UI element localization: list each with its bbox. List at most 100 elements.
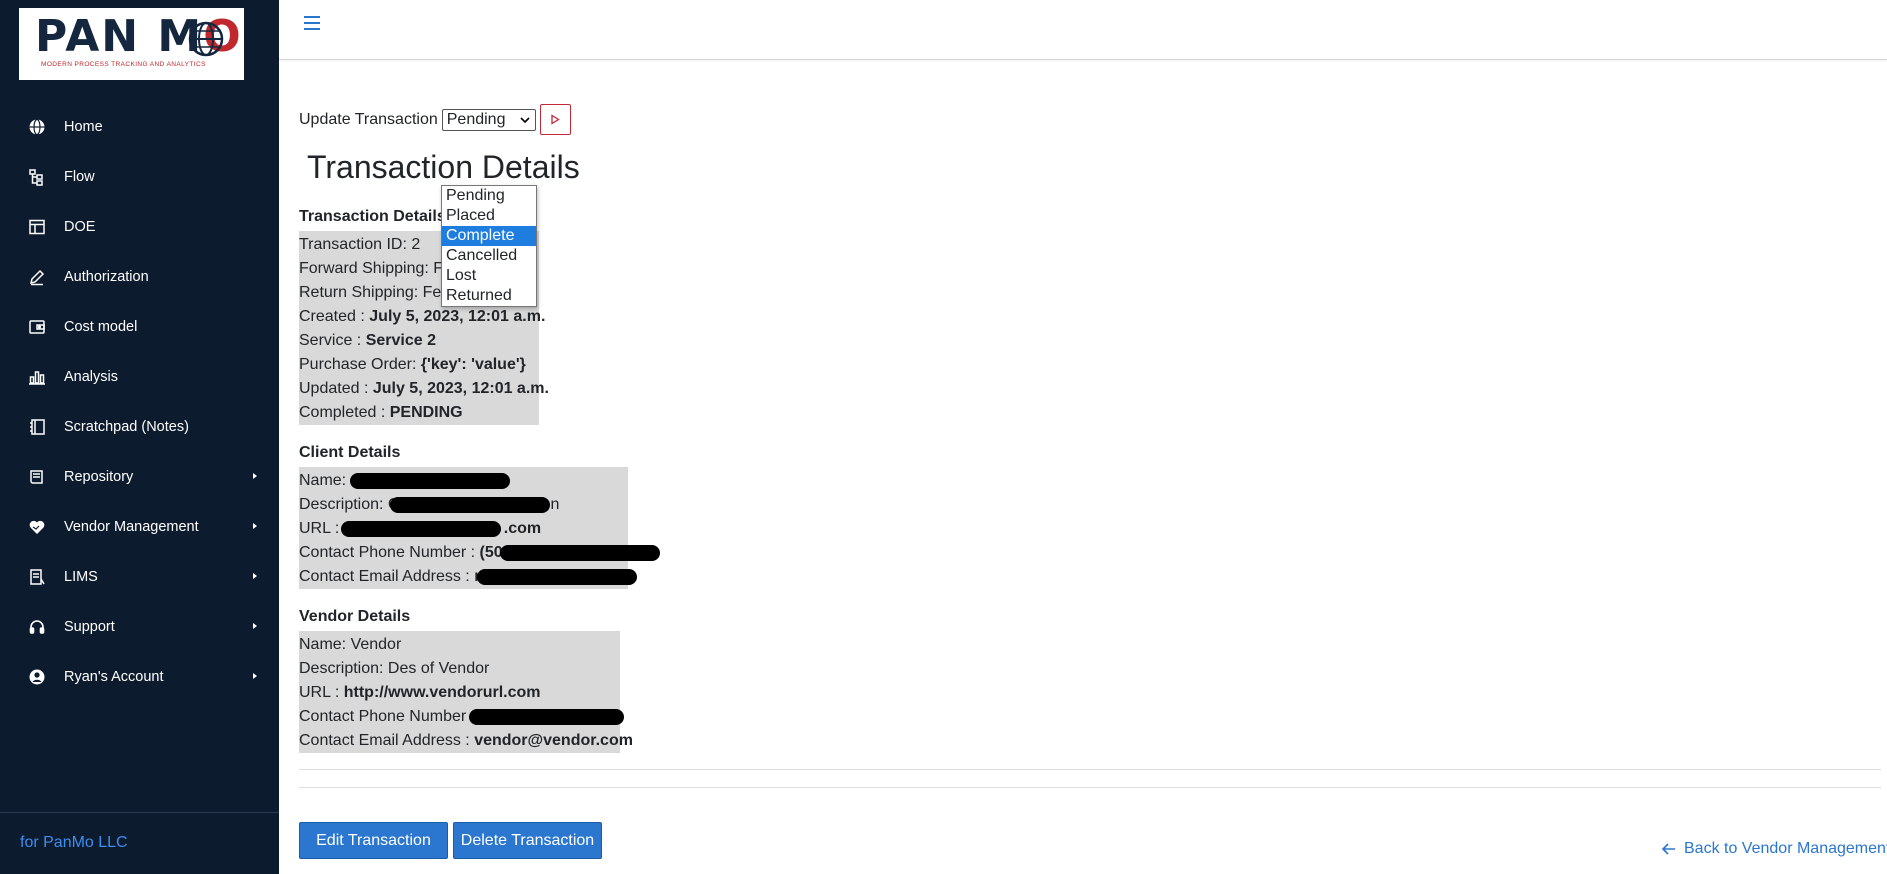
- transaction-details-heading: Transaction Details: [299, 208, 446, 225]
- main-content: Update Transaction Pending Transaction D…: [279, 61, 1887, 874]
- handshake-icon: [28, 518, 46, 536]
- sidebar-divider: [0, 812, 279, 813]
- sidebar-item-doe[interactable]: DOE: [0, 202, 279, 252]
- sidebar-footer-company[interactable]: for PanMo LLC: [20, 834, 128, 852]
- vendor-email-value: vendor@vendor.com: [474, 732, 633, 749]
- sidebar-item-lims[interactable]: LIMS: [0, 552, 279, 602]
- sidebar-item-label: Cost model: [64, 319, 138, 335]
- completed-value: PENDING: [389, 404, 463, 421]
- sidebar-item-label: Analysis: [64, 369, 118, 385]
- flow-icon: [28, 168, 46, 186]
- page-title: Transaction Details: [307, 149, 580, 185]
- chevron-right-icon: [253, 573, 257, 579]
- sidebar-item-account[interactable]: Ryan's Account: [0, 652, 279, 702]
- back-link-label: Back to Vendor Management: [1684, 840, 1887, 857]
- table-icon: [28, 218, 46, 236]
- service-value: Service 2: [365, 332, 436, 349]
- redaction-mark: [390, 497, 550, 513]
- sidebar-item-label: Authorization: [64, 269, 149, 285]
- sidebar-item-label: Support: [64, 619, 115, 635]
- client-details-card: Name: C Description: Cn URL : .com Conta…: [299, 467, 660, 589]
- chevron-right-icon: [253, 523, 257, 529]
- status-select-value: Pending: [446, 110, 506, 128]
- updated-value: July 5, 2023, 12:01 a.m.: [372, 380, 549, 397]
- created-row: Created : July 5, 2023, 12:01 a.m.: [299, 308, 546, 325]
- list-icon: [28, 568, 46, 586]
- sidebar-item-label: Home: [64, 119, 103, 135]
- sidebar-item-label: Ryan's Account: [64, 669, 164, 685]
- user-icon: [28, 668, 46, 686]
- sidebar: PAN MO MODERN PROCESS TRACKING AND ANALY…: [0, 0, 279, 874]
- edit-transaction-button[interactable]: Edit Transaction: [299, 822, 448, 859]
- updated-row: Updated : July 5, 2023, 12:01 a.m.: [299, 380, 549, 397]
- sidebar-item-flow[interactable]: Flow: [0, 152, 279, 202]
- sidebar-item-label: Flow: [64, 169, 95, 185]
- sidebar-item-label: Vendor Management: [64, 519, 199, 535]
- client-description-tail: n: [550, 496, 560, 513]
- status-option-pending[interactable]: Pending: [442, 186, 536, 206]
- sidebar-item-vendor-management[interactable]: Vendor Management: [0, 502, 279, 552]
- client-description-row: Description: Cn: [299, 496, 560, 513]
- sidebar-item-scratchpad[interactable]: Scratchpad (Notes): [0, 402, 279, 452]
- headset-icon: [28, 618, 46, 636]
- sidebar-nav: Home Flow DOE Authorization Cost model A…: [0, 102, 279, 702]
- status-option-returned[interactable]: Returned: [442, 286, 536, 306]
- update-transaction-label: Update Transaction: [299, 110, 438, 128]
- status-option-lost[interactable]: Lost: [442, 266, 536, 286]
- delete-transaction-button[interactable]: Delete Transaction: [453, 822, 602, 859]
- status-option-placed[interactable]: Placed: [442, 206, 536, 226]
- hamburger-menu-icon[interactable]: [301, 13, 323, 33]
- service-row: Service : Service 2: [299, 332, 436, 349]
- update-transaction-form: Update Transaction Pending: [299, 104, 571, 135]
- chevron-right-icon: [253, 473, 257, 479]
- brand-logo[interactable]: PAN MO MODERN PROCESS TRACKING AND ANALY…: [19, 8, 244, 80]
- status-select[interactable]: Pending: [441, 108, 536, 131]
- client-phone-row: Contact Phone Number : (50: [299, 541, 660, 565]
- status-option-complete[interactable]: Complete: [442, 226, 536, 246]
- sidebar-item-analysis[interactable]: Analysis: [0, 352, 279, 402]
- vendor-details-heading: Vendor Details: [299, 608, 411, 625]
- redaction-mark: [500, 545, 660, 561]
- status-option-cancelled[interactable]: Cancelled: [442, 246, 536, 266]
- section-divider: [299, 787, 1881, 788]
- client-email-row: Contact Email Address : r: [299, 565, 637, 589]
- sidebar-item-label: Scratchpad (Notes): [64, 419, 189, 435]
- client-url-row: URL : .com: [299, 520, 542, 537]
- vendor-description: Description: Des of Vendor: [299, 660, 490, 677]
- sidebar-item-authorization[interactable]: Authorization: [0, 252, 279, 302]
- client-name-row: Name: C: [299, 469, 628, 493]
- completed-row: Completed : PENDING: [299, 404, 463, 421]
- chevron-right-icon: [253, 623, 257, 629]
- sidebar-item-support[interactable]: Support: [0, 602, 279, 652]
- sidebar-item-repository[interactable]: Repository: [0, 452, 279, 502]
- pen-icon: [28, 268, 46, 286]
- purchase-order-row: Purchase Order: {'key': 'value'}: [299, 356, 526, 373]
- sidebar-item-label: LIMS: [64, 569, 98, 585]
- submit-status-button[interactable]: [539, 104, 571, 135]
- arrow-left-icon: [1662, 843, 1675, 855]
- play-icon: [551, 114, 560, 125]
- vendor-phone-row: Contact Phone Number: [299, 705, 624, 729]
- section-divider: [299, 769, 1881, 770]
- notebook-icon: [28, 418, 46, 436]
- created-value: July 5, 2023, 12:01 a.m.: [369, 308, 546, 325]
- chevron-down-icon: [520, 116, 530, 123]
- client-url-tail: .com: [503, 520, 542, 537]
- vendor-email-row: Contact Email Address : vendor@vendor.co…: [299, 732, 633, 749]
- top-bar: [279, 0, 1887, 60]
- vendor-details-card: Name: Vendor Description: Des of Vendor …: [299, 631, 633, 753]
- redaction-mark: [341, 521, 501, 537]
- chevron-right-icon: [253, 673, 257, 679]
- vendor-name: Name: Vendor: [299, 636, 402, 653]
- back-to-vendor-management-link[interactable]: Back to Vendor Management: [1662, 840, 1887, 858]
- vendor-url-row: URL : http://www.vendorurl.com: [299, 684, 541, 701]
- sidebar-item-home[interactable]: Home: [0, 102, 279, 152]
- client-details-heading: Client Details: [299, 444, 401, 461]
- sidebar-item-label: Repository: [64, 469, 134, 485]
- vendor-url-value: http://www.vendorurl.com: [343, 684, 541, 701]
- redaction-mark: [350, 473, 510, 489]
- sidebar-item-label: DOE: [64, 219, 96, 235]
- redaction-mark: [469, 709, 624, 725]
- purchase-order-value: {'key': 'value'}: [420, 356, 526, 373]
- sidebar-item-cost-model[interactable]: Cost model: [0, 302, 279, 352]
